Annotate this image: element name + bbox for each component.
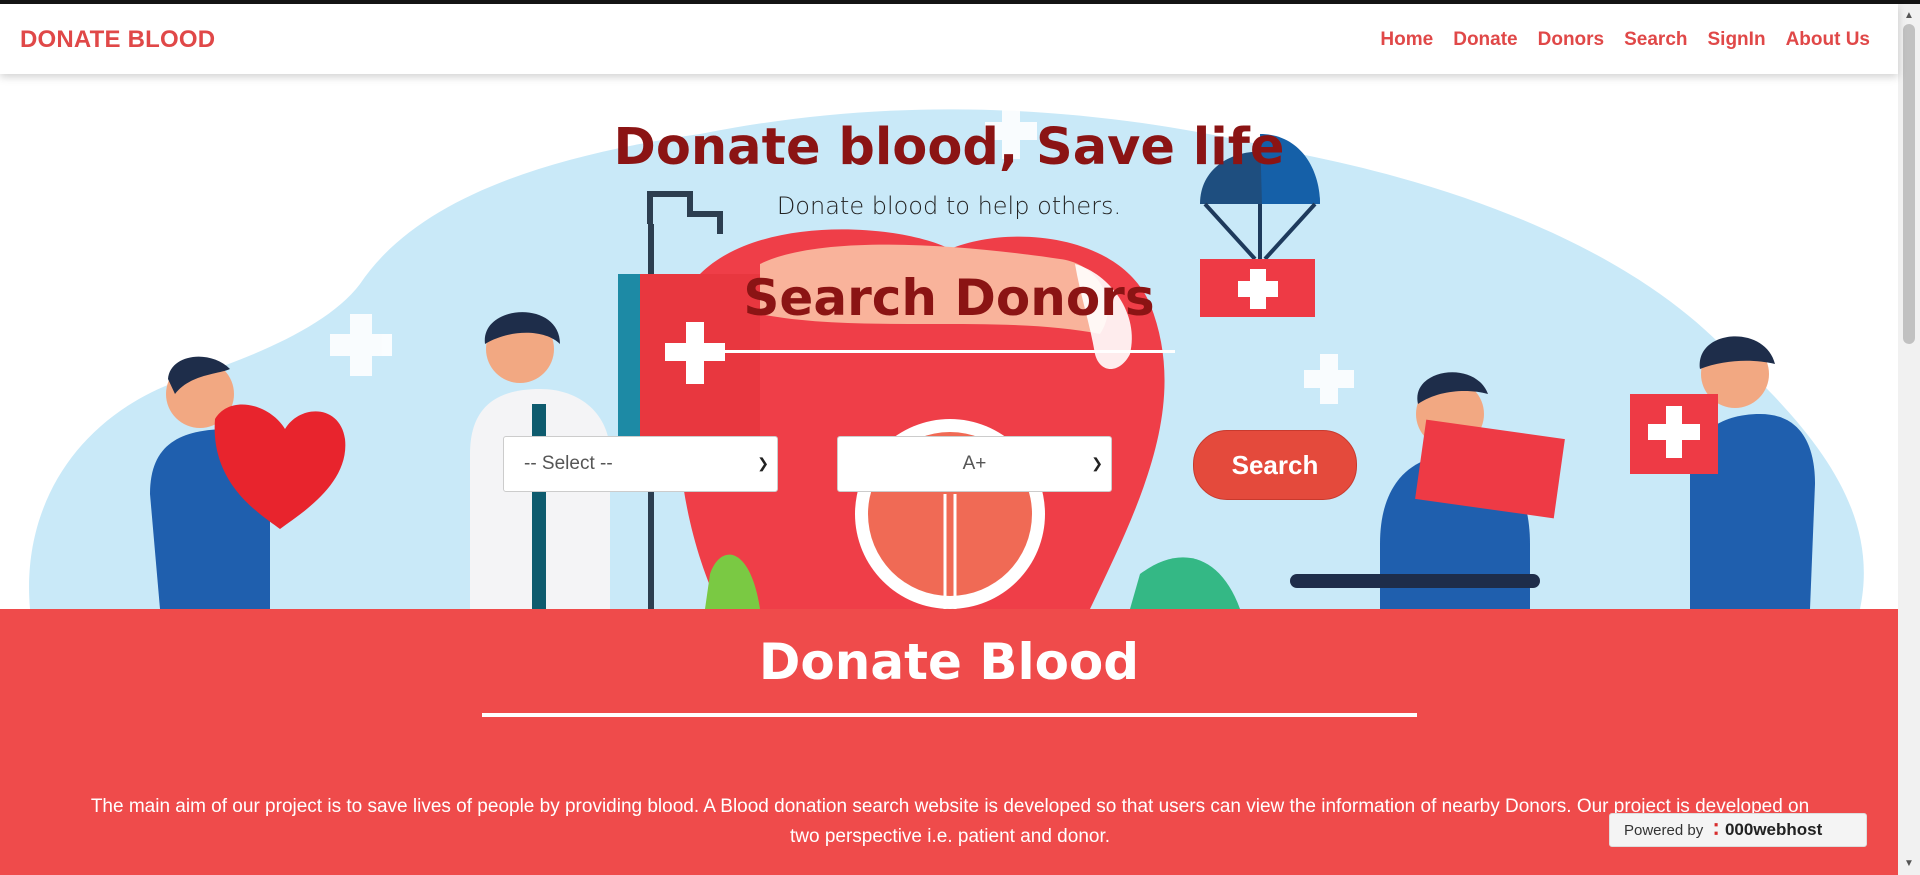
- scrollbar-thumb[interactable]: [1903, 24, 1915, 344]
- nav-search[interactable]: Search: [1624, 29, 1687, 51]
- nav-donate[interactable]: Donate: [1453, 29, 1517, 51]
- navbar: DONATE BLOOD Home Donate Donors Search S…: [0, 4, 1898, 74]
- webhost-logo-icon: ∶: [1713, 817, 1719, 842]
- search-donors-heading: Search Donors: [743, 269, 1155, 327]
- section-description: The main aim of our project is to save l…: [90, 796, 1810, 847]
- brand-logo[interactable]: DONATE BLOOD: [20, 26, 215, 54]
- powered-by-label: Powered by: [1624, 821, 1704, 839]
- powered-by-badge[interactable]: Powered by ∶ 000webhost: [1609, 813, 1867, 847]
- city-select[interactable]: -- Select -- ❯: [503, 436, 778, 492]
- chevron-down-icon: ❯: [757, 455, 769, 471]
- hero-subtitle: Donate blood to help others.: [776, 192, 1122, 220]
- city-select-value: -- Select --: [524, 453, 613, 474]
- hero-title: Donate blood, Save life: [613, 118, 1285, 177]
- scroll-up-arrow-icon[interactable]: ▲: [1904, 10, 1914, 21]
- blood-group-select-value: A+: [962, 453, 987, 474]
- search-button[interactable]: Search: [1193, 430, 1357, 500]
- page-scrollbar[interactable]: ▲ ▼: [1898, 4, 1920, 875]
- hero-banner: Donate blood, Save life Donate blood to …: [0, 74, 1898, 609]
- chevron-down-icon: ❯: [1091, 455, 1103, 471]
- section-title-underline: [482, 713, 1417, 717]
- section-title: Donate Blood: [758, 633, 1140, 691]
- scroll-down-arrow-icon[interactable]: ▼: [1904, 858, 1914, 869]
- nav-home[interactable]: Home: [1380, 29, 1433, 51]
- blood-group-select[interactable]: A+ ❯: [837, 436, 1112, 492]
- nav-about-us[interactable]: About Us: [1786, 29, 1870, 51]
- nav-menu: Home Donate Donors Search SignIn About U…: [1380, 29, 1870, 51]
- search-heading-underline: [725, 350, 1175, 353]
- webhost-name: 000webhost: [1724, 820, 1823, 839]
- nav-donors[interactable]: Donors: [1538, 29, 1605, 51]
- nav-signin[interactable]: SignIn: [1708, 29, 1766, 51]
